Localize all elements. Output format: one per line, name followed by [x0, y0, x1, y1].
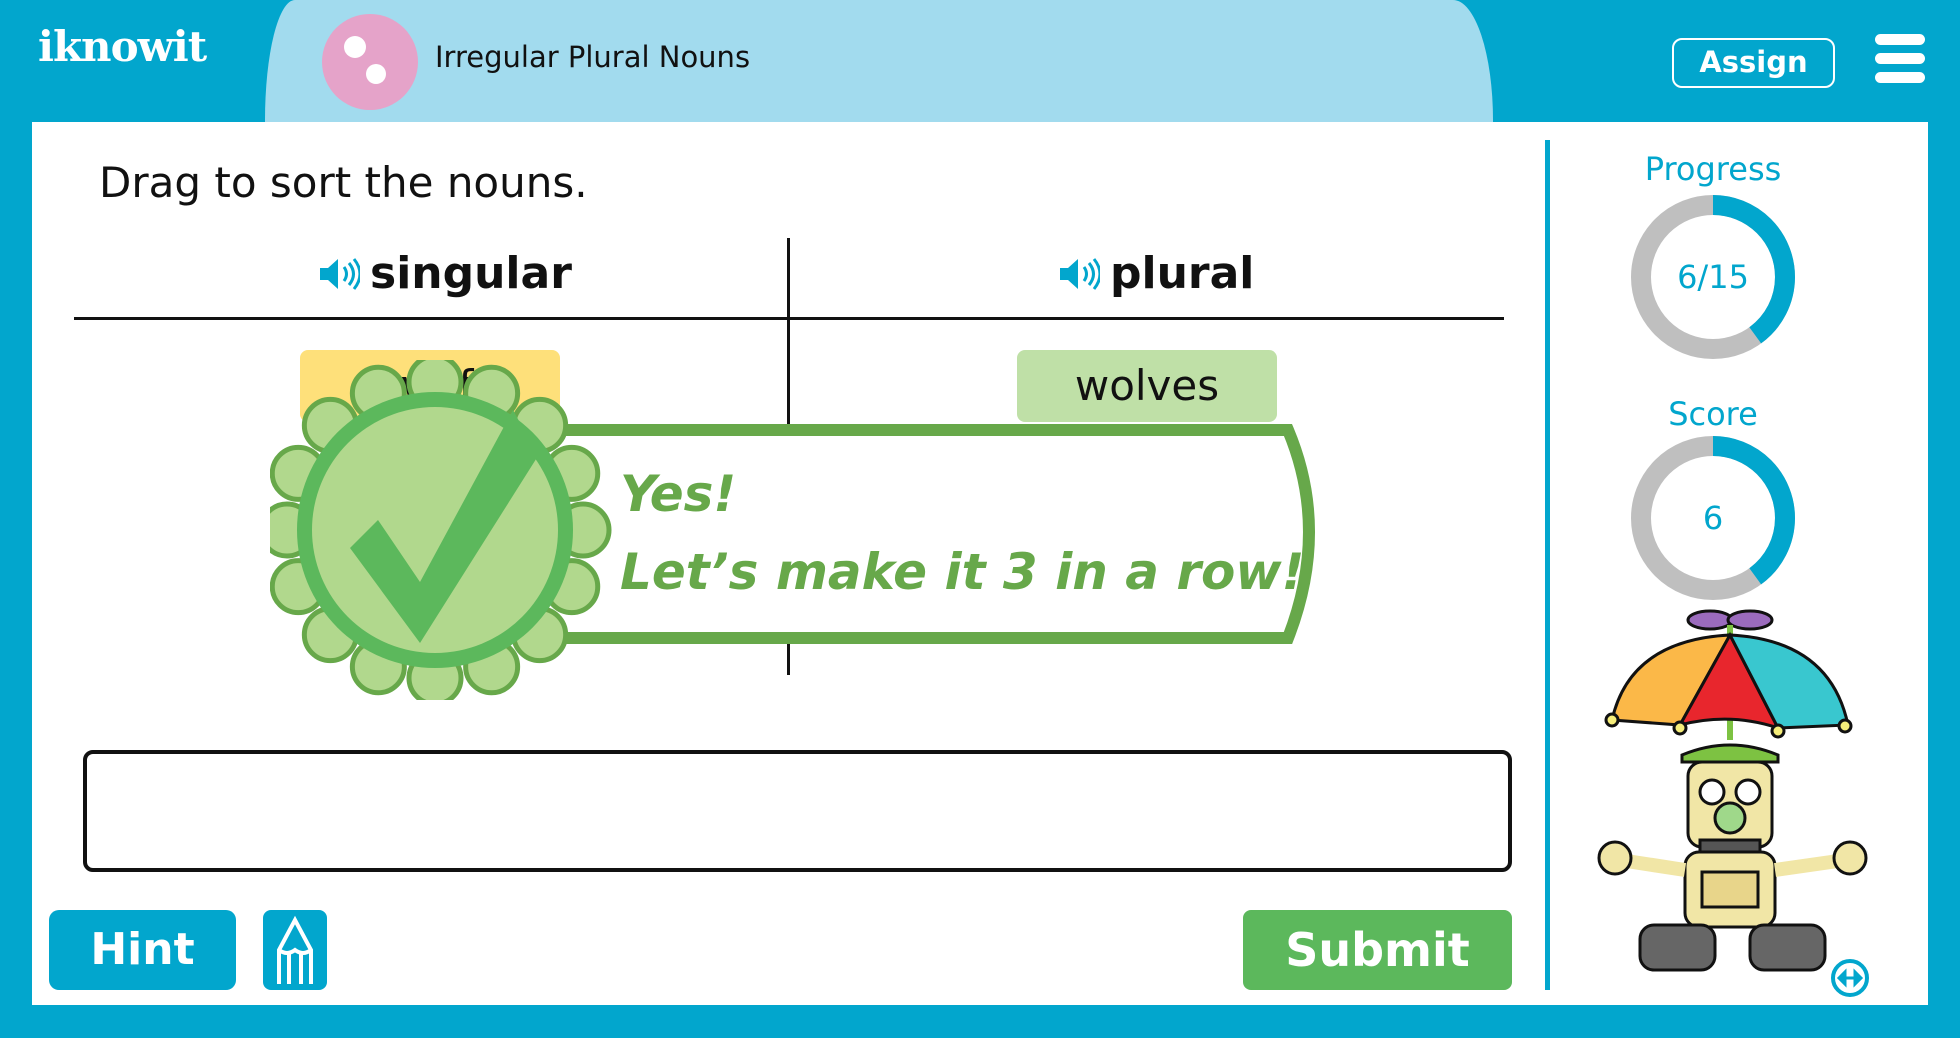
feedback-line2: Let’s make it 3 in a row! [620, 543, 1305, 601]
score-value: 6 [1702, 499, 1724, 537]
hamburger-icon[interactable] [1875, 34, 1925, 91]
sidebar-divider [1545, 140, 1550, 990]
column-label: plural [1110, 248, 1255, 299]
feedback-text: Yes! Let’s make it 3 in a row! [620, 455, 1304, 611]
assign-button[interactable]: Assign [1672, 38, 1835, 88]
swap-arrows-icon[interactable] [1830, 958, 1870, 998]
instruction: Drag to sort the nouns. [99, 158, 588, 207]
logo[interactable]: iknowit [38, 22, 207, 71]
progress-value: 6/15 [1677, 258, 1749, 296]
hint-button[interactable]: Hint [49, 910, 236, 990]
column-label: singular [370, 248, 572, 299]
checkmark-badge-icon [270, 360, 612, 700]
lesson-icon [322, 14, 418, 110]
lesson-title: Irregular Plural Nouns [435, 40, 751, 74]
speaker-icon[interactable] [1058, 257, 1100, 291]
submit-button[interactable]: Submit [1243, 910, 1512, 990]
column-header-plural: plural [1058, 248, 1254, 299]
speaker-icon[interactable] [318, 257, 360, 291]
pencil-icon[interactable] [263, 910, 327, 990]
feedback-line1: Yes! [620, 465, 737, 523]
answer-drop-zone[interactable] [83, 750, 1512, 872]
progress-label: Progress [1644, 150, 1782, 188]
robot-mascot [1597, 609, 1868, 972]
column-header-singular: singular [318, 248, 572, 299]
